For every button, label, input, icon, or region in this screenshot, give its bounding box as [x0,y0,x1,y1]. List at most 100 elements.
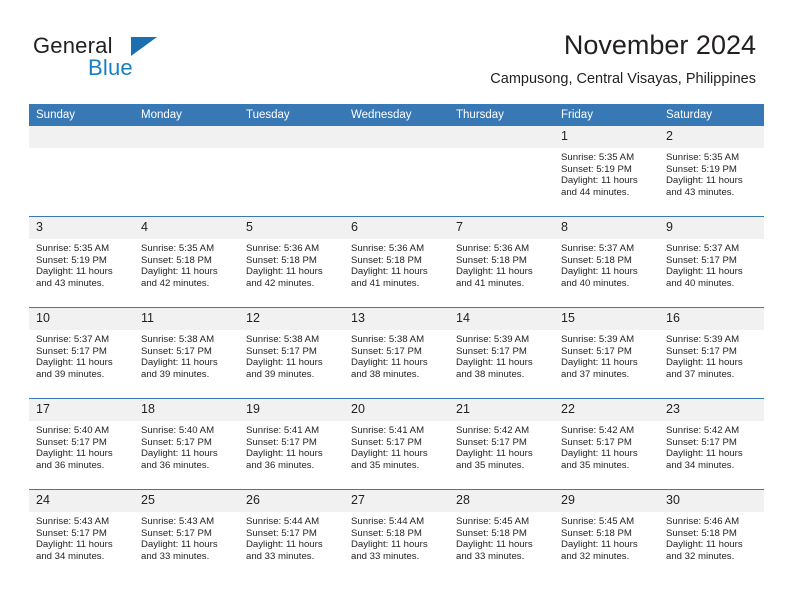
calendar-day-cell[interactable]: 23 Sunrise: 5:42 AM Sunset: 5:17 PM Dayligh… [659,398,764,490]
calendar-day-cell[interactable]: 28 Sunrise: 5:45 AM Sunset: 5:18 PM Dayligh… [449,489,554,580]
calendar-week-row: 10 Sunrise: 5:37 AM Sunset: 5:17 PM Dayligh… [29,307,764,399]
sunset-text: Sunset: 5:17 PM [351,345,422,357]
sunrise-text: Sunrise: 5:40 AM [36,425,110,436]
calendar-day-cell[interactable]: 2 Sunrise: 5:35 AM Sunset: 5:19 PM Daylight… [659,126,764,217]
brand-logo[interactable]: General Blue [33,33,253,89]
sunrise-text: Sunrise: 5:36 AM [351,243,425,254]
daylight-text: Daylight: 11 hours and 39 minutes. [36,357,113,380]
daylight-text: Daylight: 11 hours and 33 minutes. [141,539,218,562]
calendar-day-cell[interactable]: 9 Sunrise: 5:37 AM Sunset: 5:17 PM Daylight… [659,216,764,308]
sunset-text: Sunset: 5:18 PM [666,527,737,539]
sunrise-text: Sunrise: 5:35 AM [36,243,110,254]
daylight-text: Daylight: 11 hours and 35 minutes. [351,448,428,471]
sunrise-text: Sunrise: 5:39 AM [456,334,530,345]
calendar-cell-inner: 1 Sunrise: 5:35 AM Sunset: 5:19 PM Daylight… [554,126,659,216]
day-details: Sunrise: 5:35 AM Sunset: 5:19 PM Daylight:… [29,239,134,289]
sunrise-text: Sunrise: 5:44 AM [351,516,425,527]
day-number: 28 [449,490,554,512]
calendar-day-cell[interactable]: 11 Sunrise: 5:38 AM Sunset: 5:17 PM Dayligh… [134,307,239,399]
calendar-day-cell[interactable]: 18 Sunrise: 5:40 AM Sunset: 5:17 PM Dayligh… [134,398,239,490]
day-number: 3 [29,217,134,239]
calendar-day-cell[interactable]: 14 Sunrise: 5:39 AM Sunset: 5:17 PM Dayligh… [449,307,554,399]
weekday-header-monday: Monday [134,104,239,126]
daylight-text: Daylight: 11 hours and 40 minutes. [666,266,743,289]
day-details: Sunrise: 5:44 AM Sunset: 5:18 PM Daylight:… [344,512,449,562]
day-details: Sunrise: 5:37 AM Sunset: 5:17 PM Daylight:… [659,239,764,289]
day-number: 18 [134,399,239,421]
sunrise-text: Sunrise: 5:45 AM [561,516,635,527]
calendar-day-cell[interactable]: 30 Sunrise: 5:46 AM Sunset: 5:18 PM Dayligh… [659,489,764,580]
calendar-day-cell[interactable]: 17 Sunrise: 5:40 AM Sunset: 5:17 PM Dayligh… [29,398,134,490]
calendar-cell-inner: 9 Sunrise: 5:37 AM Sunset: 5:17 PM Daylight… [659,217,764,307]
calendar-container: Sunday Monday Tuesday Wednesday Thursday… [29,104,764,580]
calendar-day-cell[interactable]: 4 Sunrise: 5:35 AM Sunset: 5:18 PM Daylight… [134,216,239,308]
day-details: Sunrise: 5:42 AM Sunset: 5:17 PM Daylight:… [449,421,554,471]
calendar-cell-inner: 14 Sunrise: 5:39 AM Sunset: 5:17 PM Dayligh… [449,308,554,398]
day-details: Sunrise: 5:37 AM Sunset: 5:17 PM Daylight:… [29,330,134,380]
page-title: November 2024 [563,30,756,60]
sunrise-text: Sunrise: 5:38 AM [141,334,215,345]
calendar-body: 1 Sunrise: 5:35 AM Sunset: 5:19 PM Daylight… [29,126,764,580]
sunrise-text: Sunrise: 5:42 AM [456,425,530,436]
day-number: 19 [239,399,344,421]
calendar-cell-inner: 26 Sunrise: 5:44 AM Sunset: 5:17 PM Dayligh… [239,490,344,580]
calendar-day-cell[interactable]: 13 Sunrise: 5:38 AM Sunset: 5:17 PM Dayligh… [344,307,449,399]
calendar-day-cell[interactable]: 7 Sunrise: 5:36 AM Sunset: 5:18 PM Daylight… [449,216,554,308]
day-details: Sunrise: 5:39 AM Sunset: 5:17 PM Daylight:… [449,330,554,380]
sunrise-text: Sunrise: 5:37 AM [666,243,740,254]
day-details: Sunrise: 5:45 AM Sunset: 5:18 PM Daylight:… [554,512,659,562]
sunset-text: Sunset: 5:18 PM [561,527,632,539]
weekday-header-sunday: Sunday [29,104,134,126]
day-number: 17 [29,399,134,421]
calendar-day-cell[interactable]: 1 Sunrise: 5:35 AM Sunset: 5:19 PM Daylight… [554,126,659,217]
daylight-text: Daylight: 11 hours and 42 minutes. [141,266,218,289]
calendar-cell-empty [29,126,134,217]
day-number: 23 [659,399,764,421]
calendar-day-cell[interactable]: 21 Sunrise: 5:42 AM Sunset: 5:17 PM Dayligh… [449,398,554,490]
sunrise-text: Sunrise: 5:39 AM [561,334,635,345]
daylight-text: Daylight: 11 hours and 38 minutes. [456,357,533,380]
calendar-cell-inner [239,126,344,216]
sunset-text: Sunset: 5:17 PM [141,436,212,448]
calendar-day-cell[interactable]: 27 Sunrise: 5:44 AM Sunset: 5:18 PM Dayligh… [344,489,449,580]
day-details: Sunrise: 5:42 AM Sunset: 5:17 PM Daylight:… [554,421,659,471]
calendar-day-cell[interactable]: 10 Sunrise: 5:37 AM Sunset: 5:17 PM Dayligh… [29,307,134,399]
brand-name-blue: Blue [88,55,133,80]
sunset-text: Sunset: 5:18 PM [456,254,527,266]
day-number: 21 [449,399,554,421]
calendar-cell-inner: 21 Sunrise: 5:42 AM Sunset: 5:17 PM Dayligh… [449,399,554,489]
calendar-day-cell[interactable]: 5 Sunrise: 5:36 AM Sunset: 5:18 PM Daylight… [239,216,344,308]
day-number: 22 [554,399,659,421]
daylight-text: Daylight: 11 hours and 44 minutes. [561,175,638,198]
calendar-day-cell[interactable]: 8 Sunrise: 5:37 AM Sunset: 5:18 PM Daylight… [554,216,659,308]
calendar-cell-inner: 30 Sunrise: 5:46 AM Sunset: 5:18 PM Dayligh… [659,490,764,580]
calendar-day-cell[interactable]: 25 Sunrise: 5:43 AM Sunset: 5:17 PM Dayligh… [134,489,239,580]
calendar-day-cell[interactable]: 12 Sunrise: 5:38 AM Sunset: 5:17 PM Dayligh… [239,307,344,399]
calendar-day-cell[interactable]: 29 Sunrise: 5:45 AM Sunset: 5:18 PM Dayligh… [554,489,659,580]
sunset-text: Sunset: 5:17 PM [141,345,212,357]
calendar-day-cell[interactable]: 3 Sunrise: 5:35 AM Sunset: 5:19 PM Daylight… [29,216,134,308]
calendar-day-cell[interactable]: 19 Sunrise: 5:41 AM Sunset: 5:17 PM Dayligh… [239,398,344,490]
calendar-cell-inner: 8 Sunrise: 5:37 AM Sunset: 5:18 PM Daylight… [554,217,659,307]
calendar-cell-inner [134,126,239,216]
day-details: Sunrise: 5:45 AM Sunset: 5:18 PM Daylight:… [449,512,554,562]
calendar-day-cell[interactable]: 26 Sunrise: 5:44 AM Sunset: 5:17 PM Dayligh… [239,489,344,580]
calendar-cell-inner: 28 Sunrise: 5:45 AM Sunset: 5:18 PM Dayligh… [449,490,554,580]
day-number [344,126,449,148]
daylight-text: Daylight: 11 hours and 33 minutes. [246,539,323,562]
calendar-day-cell[interactable]: 6 Sunrise: 5:36 AM Sunset: 5:18 PM Daylight… [344,216,449,308]
calendar-day-cell[interactable]: 22 Sunrise: 5:42 AM Sunset: 5:17 PM Dayligh… [554,398,659,490]
calendar-day-cell[interactable]: 15 Sunrise: 5:39 AM Sunset: 5:17 PM Dayligh… [554,307,659,399]
day-number: 12 [239,308,344,330]
calendar-day-cell[interactable]: 24 Sunrise: 5:43 AM Sunset: 5:17 PM Dayligh… [29,489,134,580]
sunset-text: Sunset: 5:17 PM [666,436,737,448]
day-number: 10 [29,308,134,330]
calendar-week-row: 3 Sunrise: 5:35 AM Sunset: 5:19 PM Daylight… [29,216,764,308]
day-details: Sunrise: 5:46 AM Sunset: 5:18 PM Daylight:… [659,512,764,562]
calendar-day-cell[interactable]: 20 Sunrise: 5:41 AM Sunset: 5:17 PM Dayligh… [344,398,449,490]
sunrise-text: Sunrise: 5:39 AM [666,334,740,345]
calendar-day-cell[interactable]: 16 Sunrise: 5:39 AM Sunset: 5:17 PM Dayligh… [659,307,764,399]
location-subtitle: Campusong, Central Visayas, Philippines [490,71,756,87]
day-details: Sunrise: 5:39 AM Sunset: 5:17 PM Daylight:… [659,330,764,380]
sunset-text: Sunset: 5:19 PM [561,163,632,175]
